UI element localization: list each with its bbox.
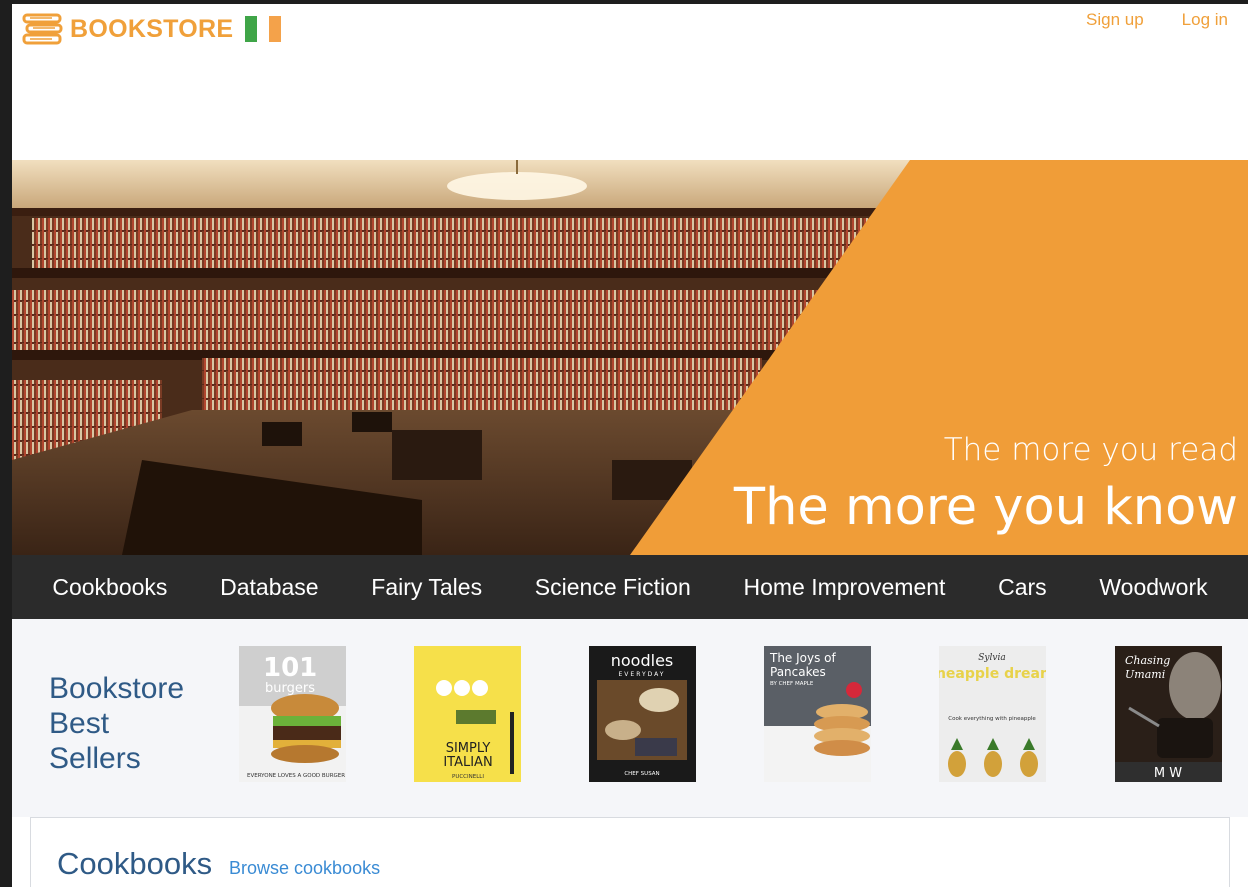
hero-tagline: The more you read [943, 432, 1238, 468]
nav-item-fairy-tales[interactable]: Fairy Tales [371, 574, 482, 601]
svg-text:ITALIAN: ITALIAN [443, 755, 492, 770]
svg-text:Chasing: Chasing [1125, 654, 1170, 667]
book-cover-chasing-umami[interactable]: Chasing Umami M W [1115, 646, 1222, 782]
svg-text:PUCCINELLI: PUCCINELLI [452, 774, 484, 780]
svg-text:EVERYDAY: EVERYDAY [619, 671, 666, 678]
category-nav: Cookbooks Database Fairy Tales Science F… [12, 555, 1248, 619]
book-cover-simply-italian[interactable]: SIMPLY ITALIAN PUCCINELLI [414, 646, 521, 782]
bestsellers-section: Bookstore Best Sellers 101 burgers EVERY… [12, 619, 1248, 817]
header: BOOKSTORE Sign up Log in [12, 4, 1248, 160]
svg-text:101: 101 [263, 653, 317, 683]
svg-text:noodles: noodles [611, 651, 674, 670]
login-link[interactable]: Log in [1182, 10, 1228, 30]
svg-text:Umami: Umami [1125, 668, 1165, 681]
hero-headline: The more you know [733, 478, 1238, 537]
book-cover-101-burgers[interactable]: 101 burgers EVERYONE LOVES A GOOD BURGER [239, 646, 346, 782]
books-stack-icon [22, 13, 63, 45]
book-cover-pineapple-dreams[interactable]: Sylvia pineapple dreams Cook everything … [939, 646, 1046, 782]
cookbooks-section: Cookbooks Browse cookbooks [30, 817, 1230, 887]
svg-text:Cook everything with pineapple: Cook everything with pineapple [948, 716, 1036, 722]
svg-text:The Joys of: The Joys of [769, 651, 837, 665]
nav-item-woodwork[interactable]: Woodwork [1099, 574, 1207, 601]
book-cover-joys-of-pancakes[interactable]: The Joys of Pancakes BY CHEF MAPLE [764, 646, 871, 782]
svg-text:SIMPLY: SIMPLY [446, 741, 491, 756]
svg-text:BY CHEF MAPLE: BY CHEF MAPLE [770, 681, 814, 687]
svg-text:M W: M W [1154, 766, 1182, 781]
auth-links: Sign up Log in [1086, 10, 1228, 30]
book-cover-noodles[interactable]: noodles EVERYDAY CHEF SUSAN [589, 646, 696, 782]
logo-text: BOOKSTORE [70, 14, 234, 43]
nav-item-home-improvement[interactable]: Home Improvement [743, 574, 945, 601]
bestsellers-title: Bookstore Best Sellers [49, 672, 185, 775]
nav-item-database[interactable]: Database [220, 574, 318, 601]
svg-text:Pancakes: Pancakes [770, 665, 826, 679]
nav-item-cookbooks[interactable]: Cookbooks [52, 574, 167, 601]
svg-text:pineapple dreams: pineapple dreams [939, 666, 1046, 682]
hero-banner: The more you read The more you know [12, 160, 1248, 555]
signup-link[interactable]: Sign up [1086, 10, 1144, 30]
svg-text:EVERYONE LOVES A GOOD BURGER: EVERYONE LOVES A GOOD BURGER [247, 773, 345, 779]
cookbooks-heading: Cookbooks [57, 846, 213, 881]
nav-item-science-fiction[interactable]: Science Fiction [535, 574, 691, 601]
page: BOOKSTORE Sign up Log in The more you re… [12, 4, 1248, 887]
svg-text:Sylvia: Sylvia [978, 653, 1005, 663]
ireland-flag-icon[interactable] [245, 16, 282, 42]
svg-text:burgers: burgers [265, 681, 315, 696]
svg-text:CHEF SUSAN: CHEF SUSAN [624, 771, 659, 777]
browse-cookbooks-link[interactable]: Browse cookbooks [229, 858, 380, 879]
logo[interactable]: BOOKSTORE [22, 12, 282, 46]
nav-item-cars[interactable]: Cars [998, 574, 1047, 601]
